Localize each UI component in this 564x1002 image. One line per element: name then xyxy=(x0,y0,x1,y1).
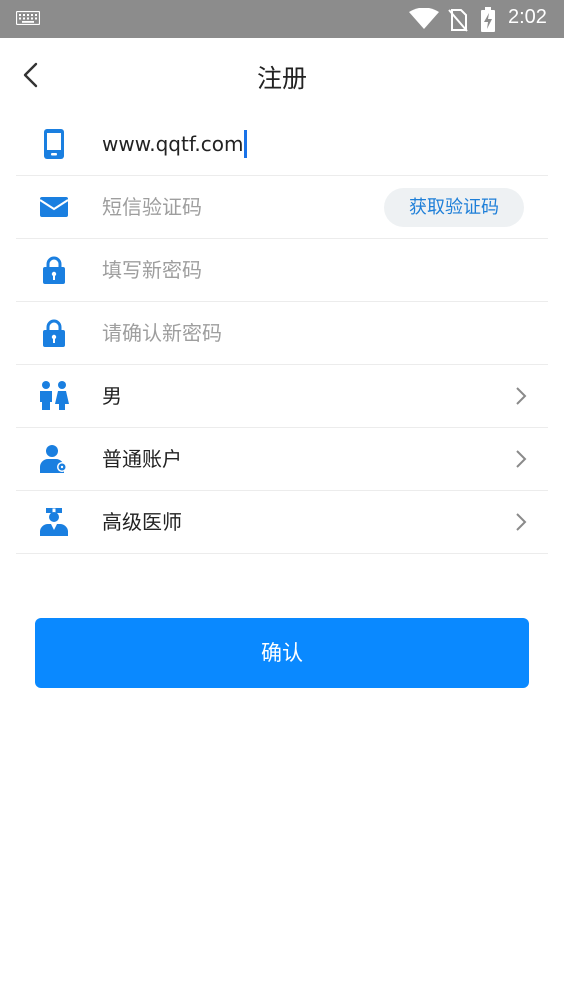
account-type-row[interactable]: 普通账户 xyxy=(16,428,548,491)
phone-input-value: www.qqtf.com xyxy=(102,132,244,156)
lock-icon xyxy=(43,319,65,347)
keyboard-icon xyxy=(16,11,40,25)
confirm-button[interactable]: 确认 xyxy=(35,618,529,688)
phone-input[interactable]: www.qqtf.com xyxy=(102,127,382,161)
confirm-password-row: 请确认新密码 xyxy=(16,302,548,365)
sms-code-input[interactable]: 短信验证码 xyxy=(102,190,382,224)
text-cursor xyxy=(244,129,248,158)
doctor-title-value: 高级医师 xyxy=(102,510,182,534)
status-time: 2:02 xyxy=(508,6,547,28)
battery-charging-icon xyxy=(481,7,495,32)
user-account-icon xyxy=(40,445,67,473)
get-code-button[interactable]: 获取验证码 xyxy=(384,188,524,227)
chevron-right-icon xyxy=(516,387,527,405)
confirm-password-input[interactable]: 请确认新密码 xyxy=(102,316,382,350)
doctor-icon xyxy=(40,508,68,536)
gender-icon xyxy=(40,381,69,410)
new-password-row: 填写新密码 xyxy=(16,239,548,302)
lock-icon xyxy=(43,256,65,284)
chevron-right-icon xyxy=(516,450,527,468)
envelope-icon xyxy=(39,197,69,217)
phone-row: www.qqtf.com xyxy=(16,113,548,176)
header: 注册 xyxy=(0,38,564,112)
wifi-icon xyxy=(409,8,439,29)
new-password-input[interactable]: 填写新密码 xyxy=(102,253,382,287)
account-type-value: 普通账户 xyxy=(102,447,182,471)
sms-code-row: 短信验证码 获取验证码 xyxy=(16,176,548,239)
page-title: 注册 xyxy=(256,64,307,93)
no-sim-icon xyxy=(448,9,468,32)
gender-row[interactable]: 男 xyxy=(16,365,548,428)
gender-value: 男 xyxy=(102,384,122,408)
status-bar: 2:02 xyxy=(0,0,564,38)
phone-icon xyxy=(44,129,64,159)
chevron-right-icon xyxy=(516,513,527,531)
doctor-title-row[interactable]: 高级医师 xyxy=(16,491,548,554)
